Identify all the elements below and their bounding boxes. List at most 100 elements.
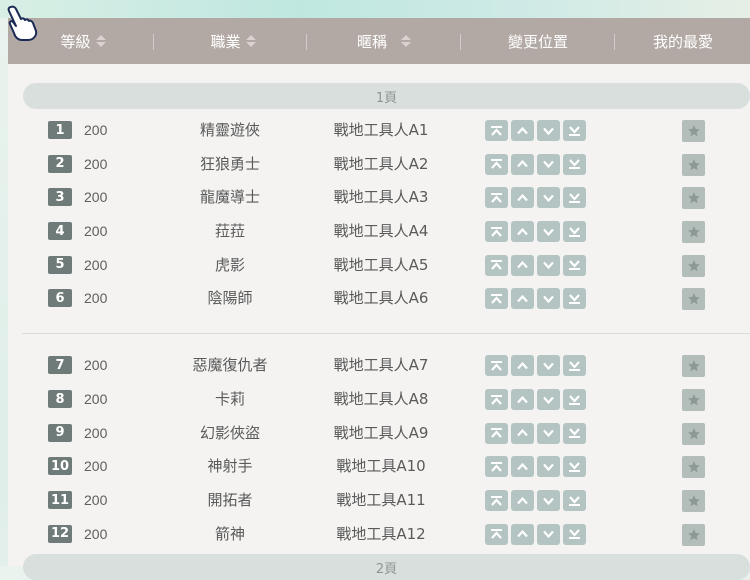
header-job[interactable]: 職業	[158, 18, 308, 64]
move-to-top-button[interactable]	[485, 288, 508, 309]
move-up-icon	[516, 528, 529, 540]
move-up-button[interactable]	[511, 389, 534, 410]
move-down-button[interactable]	[537, 523, 560, 545]
move-to-bottom-button[interactable]	[563, 490, 586, 511]
move-to-top-button[interactable]	[485, 254, 508, 276]
move-to-top-button[interactable]	[485, 389, 508, 410]
move-to-top-button[interactable]	[485, 422, 508, 444]
move-up-icon	[516, 394, 529, 406]
favorite-button[interactable]	[682, 153, 705, 176]
move-down-button[interactable]	[537, 187, 560, 208]
row-index-badge: 7	[48, 356, 72, 374]
favorite-button[interactable]	[682, 456, 705, 478]
move-to-bottom-button[interactable]	[563, 523, 586, 545]
favorite-button[interactable]	[682, 490, 705, 512]
sort-icon[interactable]	[95, 35, 106, 47]
move-up-button[interactable]	[511, 153, 534, 175]
move-up-button[interactable]	[511, 422, 534, 444]
table-row: 8 200 卡莉 戰地工具人A8	[8, 382, 750, 416]
move-down-button[interactable]	[537, 355, 560, 376]
favorite-button[interactable]	[682, 422, 705, 445]
move-to-bottom-button[interactable]	[563, 288, 586, 309]
table-row: 2 200 狂狼勇士 戰地工具人A2	[8, 147, 750, 181]
move-up-button[interactable]	[511, 456, 534, 477]
table-row: 4 200 菈菈 戰地工具人A4	[8, 214, 750, 248]
row-level: 200	[84, 492, 108, 508]
move-up-button[interactable]	[511, 288, 534, 309]
move-down-icon	[542, 528, 555, 540]
row-level: 200	[84, 223, 108, 239]
move-down-button[interactable]	[537, 389, 560, 410]
move-up-button[interactable]	[511, 523, 534, 545]
move-to-bottom-button[interactable]	[563, 254, 586, 276]
move-to-bottom-button[interactable]	[563, 422, 586, 444]
row-job: 陰陽師	[207, 289, 253, 307]
move-down-button[interactable]	[537, 422, 560, 444]
row-index-badge: 9	[48, 423, 72, 442]
row-level: 200	[84, 458, 108, 474]
sort-icon[interactable]	[401, 35, 411, 47]
row-move-controls	[485, 422, 586, 444]
row-nickname: 戰地工具A11	[336, 491, 426, 509]
favorite-button[interactable]	[682, 120, 705, 142]
move-up-icon	[516, 158, 529, 170]
move-to-top-button[interactable]	[485, 490, 508, 511]
move-down-button[interactable]	[537, 490, 560, 511]
move-to-bottom-button[interactable]	[563, 355, 586, 376]
row-index-badge: 12	[48, 524, 72, 543]
move-down-icon	[542, 461, 555, 473]
move-to-bottom-button[interactable]	[563, 389, 586, 410]
move-to-bottom-button[interactable]	[563, 153, 586, 175]
move-up-button[interactable]	[511, 355, 534, 376]
move-up-button[interactable]	[511, 254, 534, 276]
row-nickname: 戰地工具人A6	[333, 289, 429, 307]
favorite-button[interactable]	[682, 187, 705, 209]
move-to-bottom-icon	[568, 528, 581, 540]
move-down-button[interactable]	[537, 254, 560, 276]
favorite-button[interactable]	[682, 288, 705, 310]
row-index-badge: 10	[48, 457, 72, 475]
table-row: 3 200 龍魔導士 戰地工具人A3	[8, 180, 750, 214]
move-down-icon	[542, 259, 555, 271]
row-nickname: 戰地工具人A1	[333, 121, 429, 139]
move-to-top-button[interactable]	[485, 120, 508, 141]
favorite-button[interactable]	[682, 389, 705, 411]
sort-icon[interactable]	[245, 35, 256, 47]
favorite-button[interactable]	[682, 254, 705, 277]
move-down-icon	[542, 495, 555, 507]
header-nickname[interactable]: 暱稱	[308, 18, 460, 64]
move-to-top-button[interactable]	[485, 456, 508, 477]
move-down-button[interactable]	[537, 288, 560, 309]
move-to-bottom-button[interactable]	[563, 120, 586, 141]
move-to-bottom-button[interactable]	[563, 456, 586, 477]
move-to-bottom-button[interactable]	[563, 187, 586, 208]
move-up-icon	[516, 192, 529, 204]
move-to-bottom-icon	[568, 495, 581, 507]
move-down-button[interactable]	[537, 120, 560, 141]
move-up-button[interactable]	[511, 187, 534, 208]
move-down-button[interactable]	[537, 153, 560, 175]
star-icon	[687, 427, 701, 441]
favorite-button[interactable]	[682, 221, 705, 243]
move-down-icon	[542, 360, 555, 372]
move-down-icon	[542, 293, 555, 305]
header-favorite-label: 我的最愛	[652, 32, 713, 51]
group-divider	[22, 333, 750, 334]
move-to-top-button[interactable]	[485, 523, 508, 545]
favorite-button[interactable]	[682, 355, 705, 377]
move-to-top-button[interactable]	[485, 187, 508, 208]
move-up-button[interactable]	[511, 120, 534, 141]
move-to-top-button[interactable]	[485, 355, 508, 376]
favorite-button[interactable]	[682, 523, 705, 546]
move-to-top-button[interactable]	[485, 221, 508, 242]
page-header-2: 2頁	[23, 554, 750, 580]
move-to-bottom-button[interactable]	[563, 221, 586, 242]
move-up-button[interactable]	[511, 490, 534, 511]
move-down-button[interactable]	[537, 221, 560, 242]
row-nickname: 戰地工具人A8	[333, 390, 429, 408]
row-index-badge: 1	[48, 121, 72, 139]
row-index-badge: 4	[48, 222, 72, 240]
move-up-button[interactable]	[511, 221, 534, 242]
move-down-button[interactable]	[537, 456, 560, 477]
move-to-top-button[interactable]	[485, 153, 508, 175]
